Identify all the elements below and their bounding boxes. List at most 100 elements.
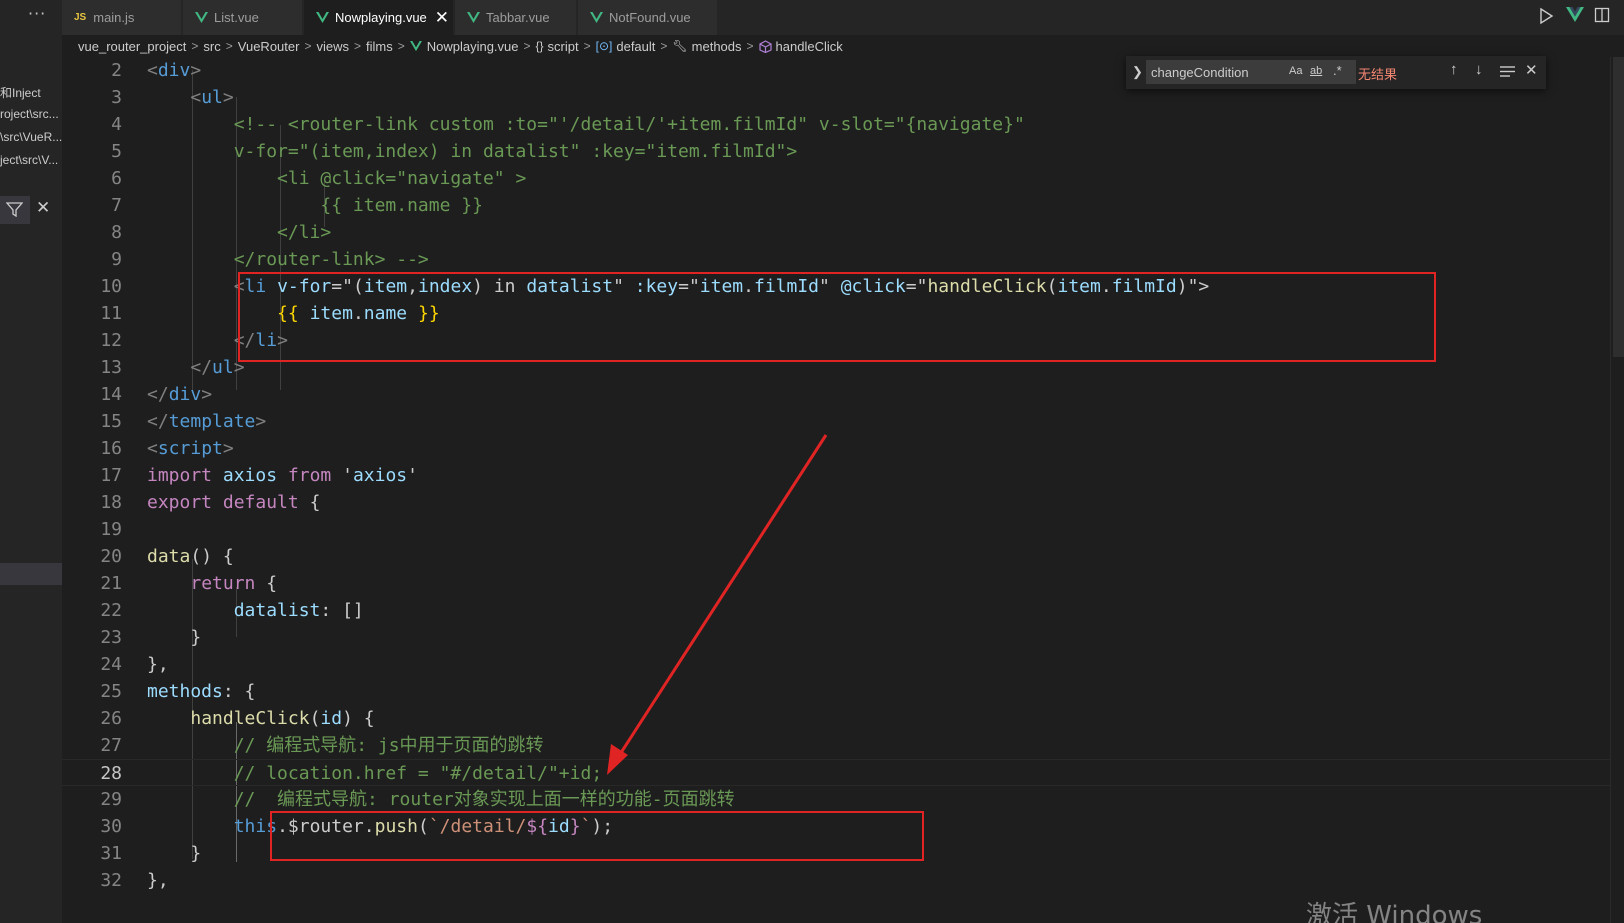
line-number: 9 xyxy=(111,249,122,270)
code-line[interactable]: 32}, xyxy=(62,867,1624,894)
chevron-right-icon: > xyxy=(583,39,591,53)
vue-devtools-icon[interactable] xyxy=(1566,7,1584,23)
code-text: <li @click="navigate" > xyxy=(147,168,527,189)
close-icon[interactable]: ✕ xyxy=(435,8,449,28)
vue-icon xyxy=(409,40,422,51)
reference-item[interactable]: \src\VueR... xyxy=(0,130,62,144)
breadcrumb-item[interactable]: Nowplaying.vue xyxy=(427,39,519,54)
tab-tabbar-vue[interactable]: Tabbar.vue xyxy=(455,0,577,35)
code-text: // 编程式导航: js中用于页面的跳转 xyxy=(147,735,544,756)
code-text: <ul> xyxy=(190,87,234,108)
code-line[interactable]: 15 </template> xyxy=(62,408,1624,435)
code-line[interactable]: 29 // 编程式导航: router对象实现上面一样的功能-页面跳转 xyxy=(62,786,1624,813)
regex-toggle[interactable]: .* xyxy=(1333,63,1342,78)
editor-tab-bar: JS main.js List.vue Nowplaying.vue ✕ Tab… xyxy=(62,0,1624,35)
breadcrumb-item[interactable]: views xyxy=(316,39,349,54)
breadcrumb-item[interactable]: script xyxy=(548,39,579,54)
js-icon: JS xyxy=(74,12,87,23)
code-text: // location.href = "#/detail/"+id; xyxy=(147,763,603,784)
code-line[interactable]: 6 <li @click="navigate" > xyxy=(62,165,1624,192)
breadcrumb-item[interactable]: vue_router_project xyxy=(78,39,186,54)
code-text: <!-- <router-link custom :to="'/detail/'… xyxy=(147,114,1025,135)
code-text: </router-link> --> xyxy=(147,249,429,270)
line-number: 19 xyxy=(100,519,122,540)
match-whole-word-toggle[interactable]: ab xyxy=(1310,65,1322,77)
chevron-right-icon: > xyxy=(660,39,668,53)
line-number: 15 xyxy=(100,411,122,432)
find-in-selection-icon[interactable] xyxy=(1500,65,1515,78)
more-actions-icon[interactable]: ··· xyxy=(28,4,46,23)
code-line[interactable]: 7 {{ item.name }} xyxy=(62,192,1624,219)
breadcrumb: vue_router_project > src > VueRouter > view… xyxy=(62,35,1624,57)
code-line[interactable]: 18 export default { xyxy=(62,489,1624,516)
code-text: // 编程式导航: router对象实现上面一样的功能-页面跳转 xyxy=(147,789,735,810)
code-line[interactable]: 16 <script> xyxy=(62,435,1624,462)
code-line[interactable]: 9 </router-link> --> xyxy=(62,246,1624,273)
line-number: 7 xyxy=(111,195,122,216)
tab-list-vue[interactable]: List.vue xyxy=(183,0,303,35)
chevron-right-icon: > xyxy=(225,39,233,53)
match-case-toggle[interactable]: Aa xyxy=(1289,65,1302,77)
reference-item[interactable]: roject\src... xyxy=(0,107,62,121)
code-line[interactable]: 14 </div> xyxy=(62,381,1624,408)
code-text: handleClick(id) { xyxy=(190,708,375,729)
line-number: 13 xyxy=(100,357,122,378)
reference-item[interactable]: 和Inject xyxy=(0,84,62,101)
find-input[interactable]: changeCondition Aa ab .* xyxy=(1146,60,1356,84)
code-line[interactable]: 27 // 编程式导航: js中用于页面的跳转 xyxy=(62,732,1624,759)
code-line[interactable]: 26 handleClick(id) { xyxy=(62,705,1624,732)
code-line[interactable]: 24}, xyxy=(62,651,1624,678)
code-line[interactable]: 22 datalist: [] xyxy=(62,597,1624,624)
code-text: <script> xyxy=(147,438,234,459)
close-icon[interactable]: ✕ xyxy=(1525,61,1538,79)
code-text: methods: { xyxy=(147,681,256,702)
line-number: 5 xyxy=(111,141,122,162)
scrollbar-thumb[interactable] xyxy=(1613,57,1624,357)
vertical-scrollbar[interactable] xyxy=(1610,57,1624,923)
line-number: 3 xyxy=(111,87,122,108)
chevron-right-icon: > xyxy=(523,39,531,53)
variable-icon: [⊙] xyxy=(595,39,613,53)
breadcrumb-item[interactable]: methods xyxy=(692,39,742,54)
code-editor[interactable]: 2 <div> 3 <ul> 4 <!-- <router-link custom :… xyxy=(62,57,1624,923)
code-line[interactable]: 23 } xyxy=(62,624,1624,651)
breadcrumb-item[interactable]: VueRouter xyxy=(238,39,300,54)
reference-item[interactable]: ject\src\V... xyxy=(0,153,62,167)
tab-label: main.js xyxy=(93,10,135,25)
chevron-right-icon: > xyxy=(746,39,754,53)
code-line[interactable]: 20 data() { xyxy=(62,543,1624,570)
code-line[interactable]: 28 // location.href = "#/detail/"+id; xyxy=(62,759,1624,786)
run-icon[interactable] xyxy=(1538,7,1554,25)
breadcrumb-item[interactable]: default xyxy=(616,39,655,54)
breadcrumb-item[interactable]: src xyxy=(203,39,220,54)
code-line[interactable]: 8 </li> xyxy=(62,219,1624,246)
filter-icon[interactable] xyxy=(6,202,23,217)
line-number: 14 xyxy=(100,384,122,405)
vue-icon xyxy=(195,11,208,23)
method-cube-icon xyxy=(758,39,772,53)
code-line[interactable]: 19 xyxy=(62,516,1624,543)
code-line[interactable]: 25 methods: { xyxy=(62,678,1624,705)
breadcrumb-item[interactable]: handleClick xyxy=(776,39,843,54)
chevron-right-icon: > xyxy=(191,39,199,53)
line-number: 18 xyxy=(100,492,122,513)
arrow-up-icon[interactable]: ↑ xyxy=(1450,61,1458,78)
tab-main-js[interactable]: JS main.js xyxy=(62,0,182,35)
code-line[interactable]: 17 import axios from 'axios' xyxy=(62,462,1624,489)
tab-notfound-vue[interactable]: NotFound.vue xyxy=(578,0,718,35)
code-line[interactable]: 21 return { xyxy=(62,570,1624,597)
toggle-replace-icon[interactable]: ❯ xyxy=(1132,64,1143,80)
code-line[interactable]: 4 <!-- <router-link custom :to="'/detail… xyxy=(62,111,1624,138)
line-number: 24 xyxy=(100,654,122,675)
arrow-down-icon[interactable]: ↓ xyxy=(1475,61,1483,78)
line-number: 32 xyxy=(100,870,122,891)
split-editor-icon[interactable] xyxy=(1594,7,1610,23)
breadcrumb-item[interactable]: films xyxy=(366,39,393,54)
tab-label: Tabbar.vue xyxy=(486,10,550,25)
find-result-status: 无结果 xyxy=(1358,67,1398,82)
line-number: 23 xyxy=(100,627,122,648)
close-icon[interactable]: ✕ xyxy=(36,198,50,218)
tab-nowplaying-vue[interactable]: Nowplaying.vue ✕ xyxy=(304,0,454,35)
code-text: import axios from 'axios' xyxy=(147,465,418,486)
code-line[interactable]: 5 v-for="(item,index) in datalist" :key=… xyxy=(62,138,1624,165)
